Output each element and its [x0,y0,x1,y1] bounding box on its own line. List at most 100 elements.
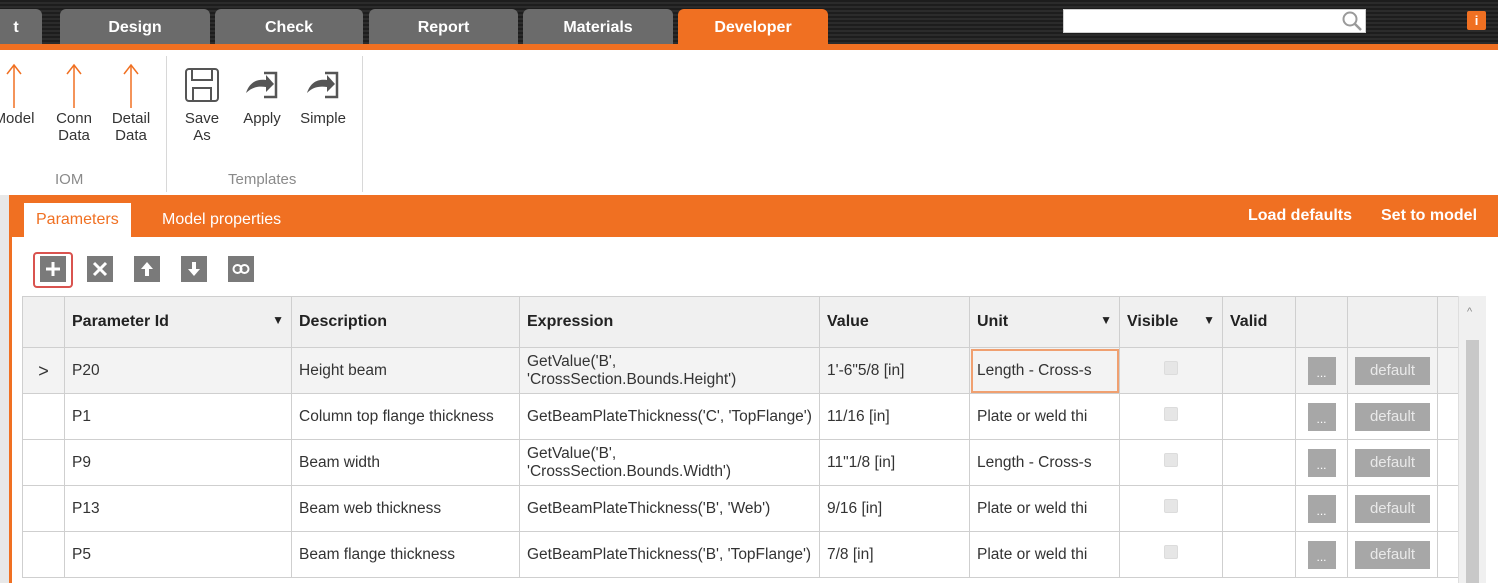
panel-left-edge [0,195,9,583]
group-separator [362,56,363,192]
header-unit[interactable]: Unit ▼ [969,296,1120,348]
dots-cell: ... [1295,439,1348,486]
parameter-id-cell[interactable]: P5 [64,531,292,578]
dots-cell: ... [1295,485,1348,532]
filter-icon[interactable]: ▼ [272,313,284,327]
arrow-up-icon [104,60,158,110]
simple-button[interactable]: Simple [293,60,353,127]
header-blank [1437,296,1459,348]
tab-parameters[interactable]: Parameters [24,203,131,237]
arrow-down-icon [188,262,200,276]
apply-button[interactable]: Apply [236,60,288,127]
expression-cell[interactable]: GetValue('B', 'CrossSection.Bounds.Heigh… [519,347,820,394]
expression-cell[interactable]: GetValue('B', 'CrossSection.Bounds.Width… [519,439,820,486]
unit-cell[interactable]: Length - Cross-s [969,439,1120,486]
description-cell[interactable]: Beam flange thickness [291,531,520,578]
header-valid[interactable]: Valid [1222,296,1296,348]
tab-report[interactable]: Report [369,9,518,46]
filter-icon[interactable]: ▼ [1100,313,1112,327]
tab-model-properties[interactable]: Model properties [150,203,293,237]
tab-design[interactable]: Design [60,9,210,46]
header-label: Expression [527,313,614,330]
edit-expression-button[interactable]: ... [1307,448,1336,477]
default-cell: default [1347,347,1438,394]
templates-group-label: Templates [228,171,297,188]
visible-cell [1119,485,1223,532]
save-as-button[interactable]: Save As [180,60,224,144]
model-label: Model [0,110,35,127]
description-cell[interactable]: Column top flange thickness [291,393,520,440]
table-row[interactable]: P9 Beam width GetValue('B', 'CrossSectio… [22,439,1459,486]
scroll-up-icon[interactable]: ^ [1467,306,1472,318]
parameter-id-cell[interactable]: P9 [64,439,292,486]
table-row[interactable]: P5 Beam flange thickness GetBeamPlateThi… [22,531,1459,578]
search-icon[interactable] [1341,10,1363,32]
add-parameter-button[interactable] [40,256,66,282]
move-down-button[interactable] [181,256,207,282]
tab-label: Materials [563,19,633,36]
header-value[interactable]: Value [819,296,970,348]
description-cell[interactable]: Height beam [291,347,520,394]
parameter-id-cell[interactable]: P20 [64,347,292,394]
description-cell[interactable]: Beam width [291,439,520,486]
scrollbar-thumb[interactable] [1466,340,1479,583]
row-marker [22,531,65,578]
edit-expression-button[interactable]: ... [1307,540,1336,569]
unit-cell[interactable]: Length - Cross-s [969,347,1120,394]
unit-cell[interactable]: Plate or weld thi [969,485,1120,532]
tab-label: t [13,19,19,36]
edit-expression-button[interactable]: ... [1307,402,1336,431]
header-parameter-id[interactable]: Parameter Id ▼ [64,296,292,348]
default-button[interactable]: default [1355,448,1430,477]
move-up-button[interactable] [134,256,160,282]
edit-expression-button[interactable]: ... [1307,494,1336,523]
info-button[interactable]: i [1467,11,1486,30]
expression-cell[interactable]: GetBeamPlateThickness('B', 'Web') [519,485,820,532]
header-marker [22,296,65,348]
plus-icon [46,262,60,276]
tab-label: Developer [714,19,792,36]
model-button[interactable]: Model [0,60,44,127]
default-button[interactable]: default [1355,494,1430,523]
conn-data-button[interactable]: Conn Data [50,60,98,144]
detail-data-button[interactable]: Detail Data [104,60,158,144]
load-defaults-link[interactable]: Load defaults [1248,207,1352,225]
expression-cell[interactable]: GetBeamPlateThickness('C', 'TopFlange') [519,393,820,440]
vertical-scrollbar[interactable]: ^ [1458,296,1486,583]
tab-partial[interactable]: t [0,9,42,46]
filter-icon[interactable]: ▼ [1203,313,1215,327]
tab-developer[interactable]: Developer [678,9,828,46]
visible-checkbox[interactable] [1164,453,1178,467]
tab-check[interactable]: Check [215,9,363,46]
visible-checkbox[interactable] [1164,499,1178,513]
arrow-up-icon [0,60,44,110]
visible-checkbox[interactable] [1164,545,1178,559]
default-button[interactable]: default [1355,540,1430,569]
dots-cell: ... [1295,393,1348,440]
table-row[interactable]: P1 Column top flange thickness GetBeamPl… [22,393,1459,440]
unit-cell[interactable]: Plate or weld thi [969,393,1120,440]
visible-checkbox[interactable] [1164,407,1178,421]
parameter-id-cell[interactable]: P13 [64,485,292,532]
expression-cell[interactable]: GetBeamPlateThickness('B', 'TopFlange') [519,531,820,578]
edit-expression-button[interactable]: ... [1307,356,1336,385]
header-visible[interactable]: Visible ▼ [1119,296,1223,348]
search-input[interactable] [1063,9,1366,33]
visible-checkbox[interactable] [1164,361,1178,375]
apply-label: Apply [243,110,281,127]
table-row[interactable]: P13 Beam web thickness GetBeamPlateThick… [22,485,1459,532]
header-expression[interactable]: Expression [519,296,820,348]
tab-materials[interactable]: Materials [523,9,673,46]
unit-cell[interactable]: Plate or weld thi [969,531,1120,578]
default-button[interactable]: default [1355,356,1430,385]
table-row[interactable]: > P20 Height beam GetValue('B', 'CrossSe… [22,347,1459,394]
set-to-model-link[interactable]: Set to model [1381,207,1477,225]
parameter-id-cell[interactable]: P1 [64,393,292,440]
header-description[interactable]: Description [291,296,520,348]
description-cell[interactable]: Beam web thickness [291,485,520,532]
default-button[interactable]: default [1355,402,1430,431]
delete-parameter-button[interactable] [87,256,113,282]
link-button[interactable] [228,256,254,282]
parameters-table: Parameter Id ▼ Description Expression Val… [22,296,1459,578]
tab-label: Design [108,19,162,36]
